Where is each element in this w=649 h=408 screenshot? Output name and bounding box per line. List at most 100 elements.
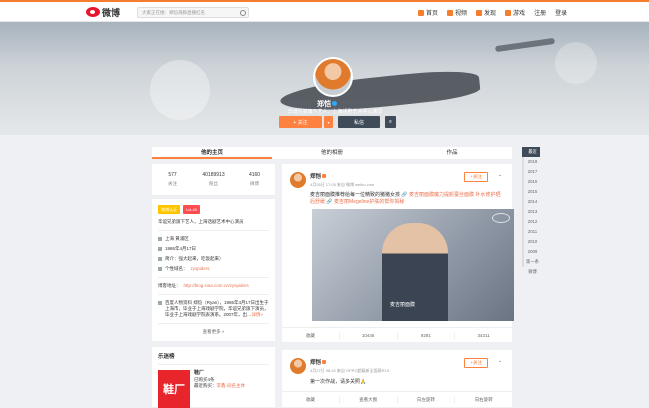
profile-avatar[interactable] bbox=[313, 57, 353, 97]
timeline-item[interactable]: 第一条微博 bbox=[522, 257, 540, 274]
cover-moon bbox=[150, 60, 210, 120]
timeline-item[interactable]: 2009 bbox=[522, 247, 540, 257]
timeline-item[interactable]: 2018 bbox=[522, 157, 540, 167]
profile-actions: + 关注 ▾ 私信 ≡ bbox=[279, 116, 396, 128]
cover-spaceship-small bbox=[494, 37, 556, 53]
post-avatar[interactable] bbox=[290, 358, 306, 374]
baike-more-link[interactable]: 详情» bbox=[252, 312, 264, 317]
music-card: 乐迷榜 鞋厂 鞋厂 已购买4条 最近购买：李鑫·同名主体 bbox=[152, 347, 275, 408]
divider bbox=[158, 230, 269, 231]
favorite-button[interactable]: 收藏 bbox=[282, 333, 340, 339]
post-follow-button[interactable]: +关注 bbox=[464, 358, 488, 368]
divider bbox=[158, 277, 269, 278]
verified-info: 华谊兄弟旗下艺人，上海话剧艺术中心演员 bbox=[158, 219, 244, 224]
follow-button[interactable]: + 关注 bbox=[279, 116, 322, 128]
blog-row: 博客地址： http://blog.sina.com.cn/zyspiders bbox=[158, 283, 249, 289]
timeline-item[interactable]: 2013 bbox=[522, 207, 540, 217]
nav-register[interactable]: 注册 bbox=[534, 8, 546, 17]
location-row: 上海 黄浦区 bbox=[158, 236, 269, 242]
post-video[interactable]: 麦吉丽面膜 bbox=[312, 209, 514, 321]
post-text: 麦吉丽面膜推荐给每一位精致的猪猪女孩 🔗 麦吉丽面膜魔力提颜蚕丝面膜 补水修护晒… bbox=[310, 192, 501, 205]
home-icon bbox=[418, 9, 424, 16]
post-link-2[interactable]: 🔗 麦吉丽Megeline护肤的帮你揭秘 bbox=[326, 199, 404, 205]
blog-link[interactable]: http://blog.sina.com.cn/zyspiders bbox=[184, 283, 249, 289]
stat-posts[interactable]: 4160 微博 bbox=[234, 172, 275, 195]
message-button[interactable]: 私信 bbox=[338, 116, 380, 128]
post-follow-button[interactable]: +关注 bbox=[464, 172, 488, 182]
nav-video[interactable]: 视频 bbox=[447, 8, 467, 17]
search-input[interactable]: 大家正在搜：郑恺海豚直播红名 bbox=[137, 7, 249, 18]
post-avatar[interactable] bbox=[290, 172, 306, 188]
profile-tabs: 他的主页 他的相册 作品 bbox=[152, 147, 512, 160]
intro-row: 简介：强大起来，吃饭起来） bbox=[158, 256, 269, 262]
top-navigation-bar: 微博 大家正在搜：郑恺海豚直播红名 首页 视频 发现 游戏 注册 登录 bbox=[0, 0, 649, 22]
see-more-link[interactable]: 查看更多 » bbox=[158, 329, 269, 335]
post-author[interactable]: 郑恺 bbox=[310, 360, 321, 366]
weibo-eye-icon bbox=[86, 7, 100, 17]
location-icon bbox=[158, 237, 162, 241]
divider bbox=[158, 323, 269, 324]
verified-badge-icon bbox=[322, 360, 327, 364]
domain-link[interactable]: zyspiders bbox=[191, 266, 210, 272]
post-actions: 收藏 10445 9281 34311 bbox=[282, 327, 512, 339]
rotate-right-button[interactable]: 向右旋转 bbox=[455, 397, 512, 403]
discover-icon bbox=[476, 9, 483, 16]
video-caption: 麦吉丽面膜 bbox=[390, 302, 416, 308]
video-watermark bbox=[492, 213, 510, 223]
music-recent-link[interactable]: 李鑫·同名主体 bbox=[217, 383, 246, 388]
follow-dropdown-button[interactable]: ▾ bbox=[324, 116, 333, 128]
year-timeline: 最近 2018 2017 2016 2015 2014 2013 2012 20… bbox=[522, 147, 540, 274]
feed-post: 郑恺 4月26日 17:05 来自 微博 weibo.com +关注 ⌄ 麦吉丽… bbox=[282, 164, 514, 342]
post-text: 第一次作战，请多关照🙏 bbox=[310, 379, 367, 385]
divider bbox=[158, 294, 269, 295]
timeline-item[interactable]: 2017 bbox=[522, 167, 540, 177]
stats-card: 577 关注 40189913 粉丝 4160 微博 bbox=[152, 164, 275, 196]
post-time[interactable]: 4月26日 17:05 来自 微博 weibo.com bbox=[310, 182, 374, 188]
domain-row: 个性域名： zyspiders bbox=[158, 266, 269, 272]
verification-badge[interactable]: 微博认证 bbox=[158, 205, 180, 214]
nav-discover[interactable]: 发现 bbox=[476, 8, 496, 17]
weibo-logo[interactable]: 微博 bbox=[86, 5, 120, 19]
tab-works[interactable]: 作品 bbox=[392, 147, 512, 159]
cover-planet bbox=[555, 42, 597, 84]
stat-followers[interactable]: 40189913 粉丝 bbox=[193, 172, 234, 195]
post-author[interactable]: 郑恺 bbox=[310, 174, 321, 180]
nav-login[interactable]: 登录 bbox=[555, 8, 567, 17]
comment-button[interactable]: 9281 bbox=[398, 333, 456, 339]
timeline-item[interactable]: 2015 bbox=[522, 187, 540, 197]
stat-following[interactable]: 577 关注 bbox=[152, 172, 193, 195]
like-button[interactable]: 34311 bbox=[455, 333, 512, 339]
more-menu-button[interactable]: ≡ bbox=[385, 116, 396, 128]
verified-badge-icon bbox=[322, 174, 327, 178]
nav-game[interactable]: 游戏 bbox=[505, 8, 525, 17]
timeline-item[interactable]: 最近 bbox=[522, 147, 540, 157]
timeline-item[interactable]: 2016 bbox=[522, 177, 540, 187]
game-icon bbox=[505, 9, 512, 16]
timeline-item[interactable]: 2014 bbox=[522, 197, 540, 207]
feed-post: 郑恺 4月27日 08:42 来自 OPPO超级新全面屏R15 +关注 ⌄ 第一… bbox=[282, 350, 512, 407]
birthday-icon bbox=[158, 247, 162, 251]
nav-home[interactable]: 首页 bbox=[418, 8, 438, 17]
search-icon[interactable] bbox=[240, 9, 246, 16]
timeline-item[interactable]: 2012 bbox=[522, 217, 540, 227]
intro-icon bbox=[158, 257, 162, 261]
timeline-item[interactable]: 2011 bbox=[522, 227, 540, 237]
profile-info-card: 微博认证 LvL45 华谊兄弟旗下艺人，上海话剧艺术中心演员 上海 黄浦区 19… bbox=[152, 199, 275, 341]
collapse-button[interactable]: 收藏 bbox=[282, 397, 340, 403]
music-card-title: 乐迷榜 bbox=[158, 352, 269, 365]
main-nav: 首页 视频 发现 游戏 注册 登录 bbox=[418, 8, 567, 17]
link-icon bbox=[158, 267, 162, 271]
view-large-button[interactable]: 查看大图 bbox=[340, 397, 398, 403]
tab-home[interactable]: 他的主页 bbox=[152, 147, 272, 159]
chevron-down-icon[interactable]: ⌄ bbox=[498, 172, 502, 178]
timeline-item[interactable]: 2010 bbox=[522, 237, 540, 247]
birthday-row: 1986年4月17日 bbox=[158, 246, 269, 252]
post-time[interactable]: 4月27日 08:42 来自 OPPO超级新全面屏R15 bbox=[310, 368, 389, 374]
repost-button[interactable]: 10445 bbox=[340, 333, 398, 339]
rotate-left-button[interactable]: 向左旋转 bbox=[398, 397, 456, 403]
tab-photos[interactable]: 他的相册 bbox=[272, 147, 392, 159]
level-badge[interactable]: LvL45 bbox=[183, 205, 200, 214]
video-icon bbox=[447, 9, 454, 16]
chevron-down-icon[interactable]: ⌄ bbox=[498, 358, 502, 364]
music-poster[interactable]: 鞋厂 bbox=[158, 370, 190, 408]
